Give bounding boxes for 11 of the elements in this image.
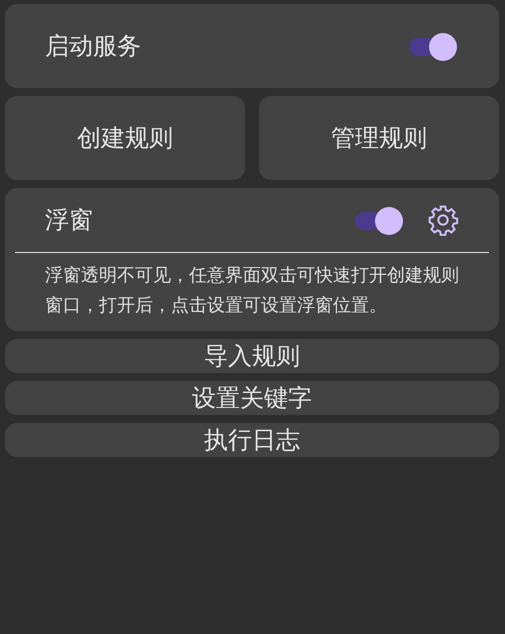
toggle-switch[interactable] bbox=[355, 206, 405, 234]
service-label: 启动服务 bbox=[45, 31, 142, 62]
toggle-switch[interactable] bbox=[409, 32, 459, 60]
action-button[interactable]: 导入规则 bbox=[5, 339, 499, 373]
settings-icon[interactable] bbox=[427, 204, 459, 236]
rule-button[interactable]: 创建规则 bbox=[5, 96, 245, 180]
rule-button[interactable]: 管理规则 bbox=[259, 96, 499, 180]
action-button[interactable]: 执行日志 bbox=[5, 423, 499, 457]
float-window-label: 浮窗 bbox=[45, 205, 94, 236]
action-button[interactable]: 设置关键字 bbox=[5, 381, 499, 415]
float-window-description: 浮窗透明不可见，任意界面双击可快速打开创建规则窗口，打开后，点击设置可设置浮窗位置。 bbox=[44, 264, 460, 318]
